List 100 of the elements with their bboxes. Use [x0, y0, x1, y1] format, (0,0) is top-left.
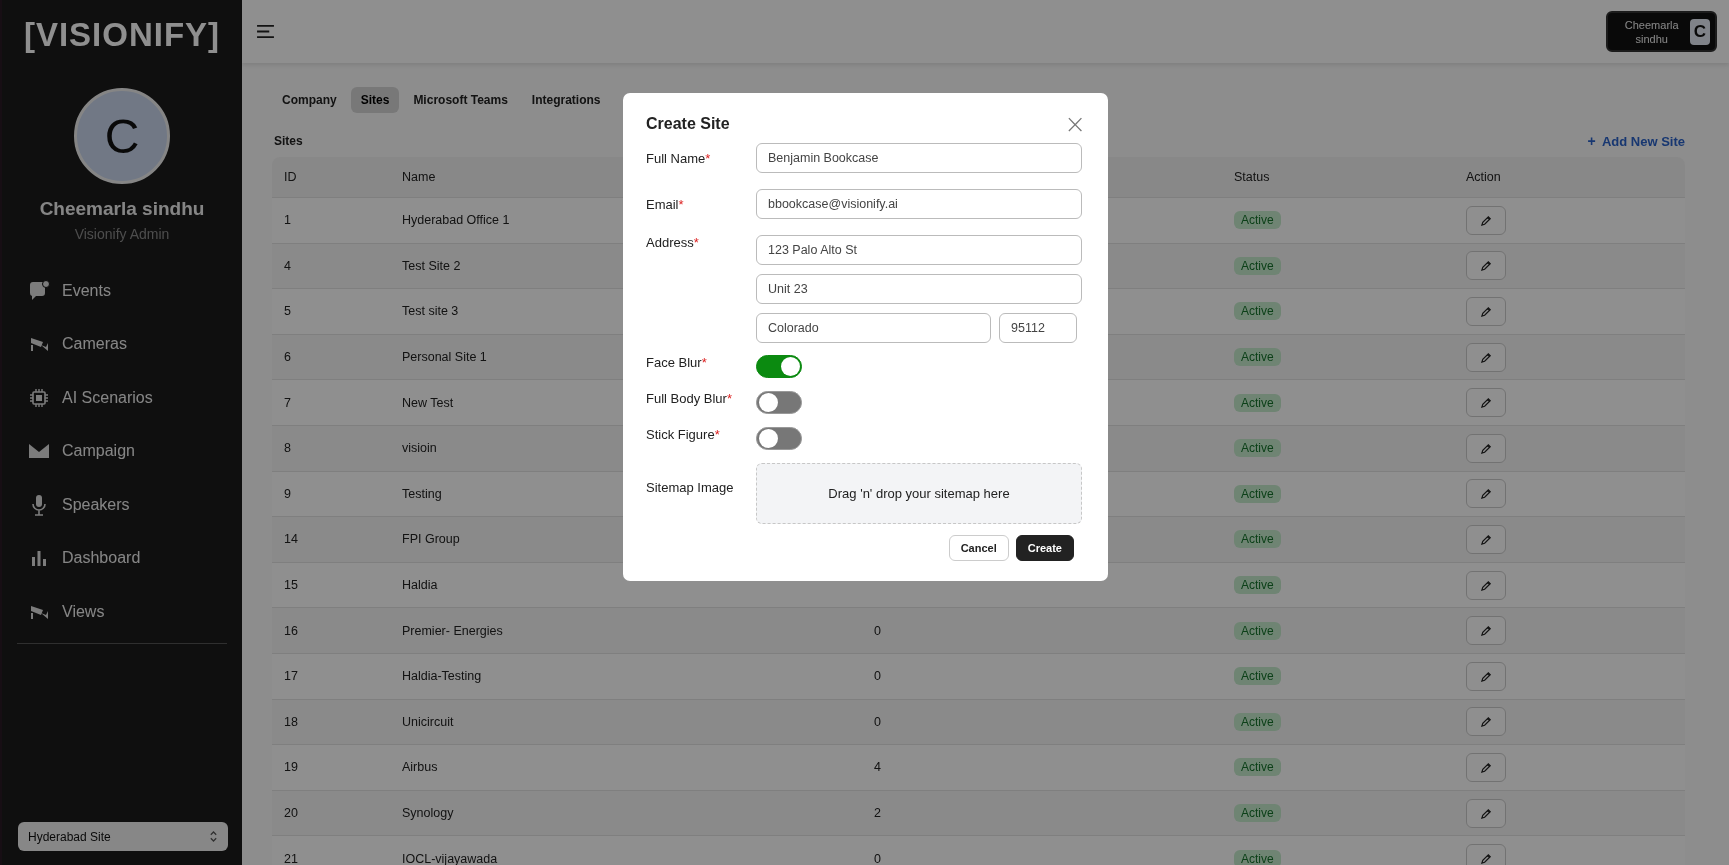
table-cell: Airbus [402, 760, 438, 775]
tab[interactable]: Sites [350, 87, 400, 113]
toggle-switch[interactable] [756, 391, 802, 414]
edit-button[interactable] [1466, 707, 1506, 737]
edit-button[interactable] [1466, 342, 1506, 372]
pencil-icon [1479, 213, 1493, 227]
field-label: Address* [646, 235, 700, 250]
pencil-icon [1479, 715, 1493, 729]
cancel-button[interactable]: Cancel [948, 535, 1009, 561]
table-cell: Synology [402, 806, 454, 820]
user-name: Cheemarla sindhu [39, 198, 205, 220]
field-label: Sitemap Image [646, 479, 735, 495]
table-cell: IOCL-vijayawada [402, 851, 498, 865]
dialog-title: Create Site [646, 115, 730, 133]
tab[interactable]: Integrations [521, 87, 611, 113]
status-badge: Active [1234, 484, 1281, 503]
table-cell: Personal Site 1 [402, 350, 487, 365]
table-cell: 19 [284, 760, 298, 775]
pencil-icon [1479, 441, 1493, 455]
edit-button[interactable] [1466, 205, 1506, 235]
input-field[interactable]: 95112 [999, 313, 1077, 343]
edit-button[interactable] [1466, 844, 1506, 865]
table-cell: 5 [284, 304, 291, 319]
column-header: Name [402, 170, 436, 184]
close-button[interactable]: × [1064, 112, 1086, 136]
input-field[interactable]: 123 Palo Alto St [756, 235, 1082, 265]
table-cell: 20 [284, 806, 298, 820]
edit-button[interactable] [1466, 752, 1506, 782]
table-cell: 16 [284, 623, 298, 638]
table-cell: Premier- Energies [402, 623, 503, 638]
toggle-switch[interactable] [756, 355, 802, 378]
status-badge: Active [1234, 849, 1281, 865]
table-cell: 1 [284, 213, 291, 228]
user-initial: C [1689, 18, 1710, 45]
chip-icon [28, 386, 50, 409]
edit-button[interactable] [1466, 798, 1506, 828]
logo: [VISIONIFY] [23, 16, 221, 54]
nav-item[interactable]: Cameras [28, 317, 242, 371]
pencil-icon [1479, 669, 1493, 683]
table-cell: 18 [284, 714, 298, 729]
pencil-icon [1479, 350, 1493, 364]
table-cell: Test Site 2 [402, 258, 461, 273]
table-cell: 8 [284, 441, 291, 456]
input-field[interactable]: Benjamin Bookcase [756, 143, 1082, 173]
menu-icon[interactable] [256, 24, 275, 39]
edit-button[interactable] [1466, 570, 1506, 600]
status-badge: Active [1234, 667, 1281, 686]
table-cell: 4 [284, 258, 291, 273]
nav-item[interactable]: Views [28, 585, 242, 639]
tab[interactable]: Microsoft Teams [403, 87, 518, 113]
edit-button[interactable] [1466, 479, 1506, 509]
status-badge: Active [1234, 439, 1281, 458]
add-site-link[interactable]: + Add New Site [1587, 133, 1685, 149]
table-cell: FPI Group [402, 532, 460, 547]
pencil-icon [1479, 487, 1493, 501]
avatar: C [74, 88, 170, 184]
edit-button[interactable] [1466, 251, 1506, 281]
toggle-switch[interactable] [756, 427, 802, 450]
edit-button[interactable] [1466, 524, 1506, 554]
table-cell: 0 [874, 714, 881, 729]
site-select[interactable]: Hyderabad Site [18, 822, 228, 851]
user-menu-button[interactable]: Cheemarla sindhu C [1605, 11, 1717, 52]
pencil-icon [1479, 852, 1493, 865]
field-label: Stick Figure* [646, 427, 721, 442]
dropzone[interactable]: Drag 'n' drop your sitemap here [756, 463, 1082, 524]
table-cell: 15 [284, 578, 298, 593]
nav-item[interactable]: AI Scenarios [28, 371, 242, 425]
table-cell: Unicircuit [402, 714, 454, 729]
table-cell: 6 [284, 350, 291, 365]
table-cell: 0 [874, 851, 881, 865]
create-button[interactable]: Create [1015, 535, 1074, 561]
status-badge: Active [1234, 712, 1281, 731]
nav-item[interactable]: Events [28, 264, 242, 318]
status-badge: Active [1234, 393, 1281, 412]
table-cell: Haldia [402, 578, 438, 593]
pencil-icon [1479, 806, 1493, 820]
field-label: Email* [646, 196, 685, 212]
table-cell: 21 [284, 851, 298, 865]
nav-item[interactable]: Dashboard [28, 531, 242, 585]
input-field[interactable]: Unit 23 [756, 274, 1082, 304]
edit-button[interactable] [1466, 661, 1506, 691]
edit-button[interactable] [1466, 616, 1506, 646]
input-field[interactable]: Colorado [756, 313, 991, 343]
nav-item[interactable]: Campaign [28, 424, 242, 478]
status-badge: Active [1234, 348, 1281, 367]
status-badge: Active [1234, 530, 1281, 549]
tab[interactable]: Company [272, 87, 347, 113]
input-field[interactable]: bbookcase@visionify.ai [756, 189, 1082, 219]
section-title: Sites [274, 134, 303, 148]
field-label: Full Name* [646, 150, 712, 166]
column-header: ID [284, 170, 297, 184]
pencil-icon [1479, 578, 1493, 592]
edit-button[interactable] [1466, 297, 1506, 326]
column-header: Action [1466, 170, 1501, 184]
field-label: Full Body Blur* [646, 391, 733, 406]
chevron-up-down-icon [209, 830, 218, 843]
edit-button[interactable] [1466, 433, 1506, 463]
pencil-icon [1479, 532, 1493, 546]
edit-button[interactable] [1466, 388, 1506, 418]
nav-item[interactable]: Speakers [28, 478, 242, 532]
